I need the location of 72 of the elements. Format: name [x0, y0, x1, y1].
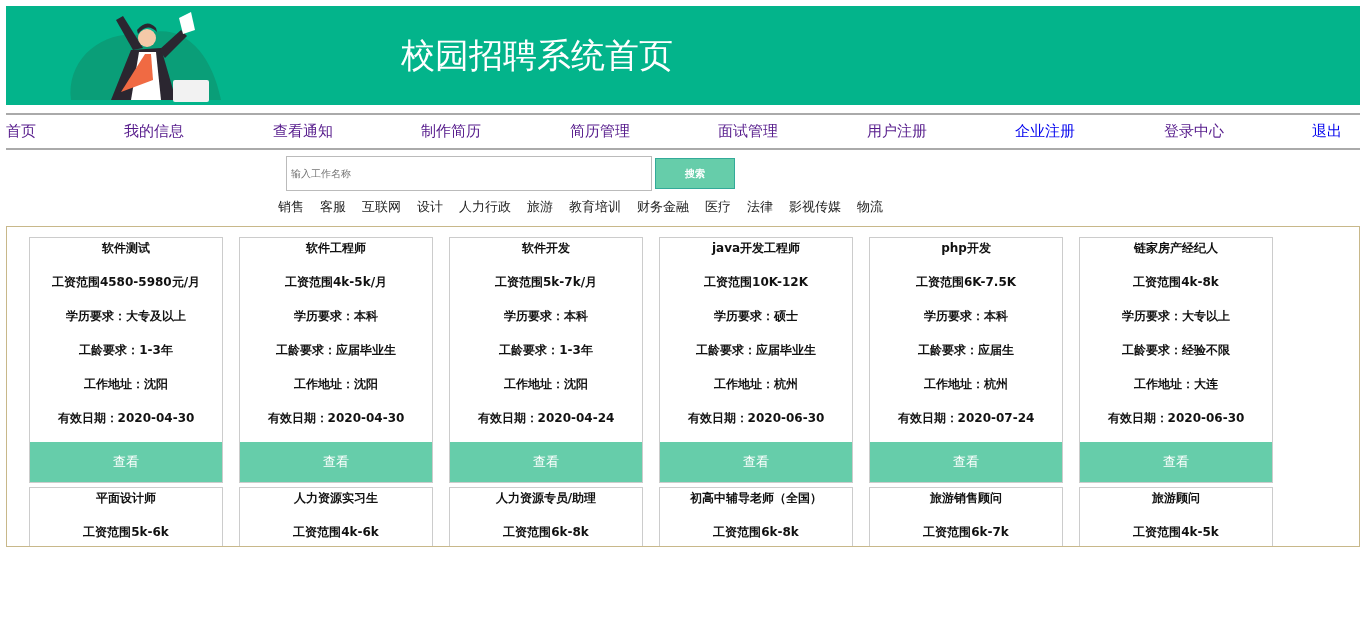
job-detail: 工资范围5k-6k — [83, 524, 169, 541]
category-link[interactable]: 物流 — [857, 199, 883, 216]
job-detail: 工作地址：沈阳 — [84, 376, 168, 393]
job-detail: 学历要求：本科 — [504, 308, 588, 325]
job-detail: 工资范围10K-12K — [704, 274, 808, 291]
job-detail: 有效日期：2020-04-30 — [57, 410, 195, 427]
category-link[interactable]: 医疗 — [705, 199, 731, 216]
job-detail: 工作地址：杭州 — [924, 376, 1008, 393]
nav-link[interactable]: 登录中心 — [1163, 122, 1224, 141]
category-link[interactable]: 客服 — [320, 199, 346, 216]
job-title: 初高中辅导老师（全国） — [690, 490, 822, 507]
job-detail: 有效日期：2020-06-30 — [1107, 410, 1245, 427]
job-detail: 工龄要求：经验不限 — [1122, 342, 1230, 359]
nav-link[interactable]: 用户注册 — [866, 122, 927, 141]
job-detail: 工龄要求：应届生 — [918, 342, 1014, 359]
job-title: 平面设计师 — [96, 490, 156, 507]
job-detail: 工龄要求：1-3年 — [499, 342, 593, 359]
nav-link[interactable]: 退出 — [1311, 122, 1342, 141]
nav-link[interactable]: 首页 — [6, 122, 36, 141]
category-link[interactable]: 影视传媒 — [789, 199, 841, 216]
job-title: 人力资源专员/助理 — [495, 490, 597, 507]
nav-link[interactable]: 制作简历 — [421, 122, 482, 141]
job-detail: 工资范围4k-8k — [1133, 274, 1219, 291]
category-link[interactable]: 法律 — [747, 199, 773, 216]
job-detail: 学历要求：大专及以上 — [66, 308, 186, 325]
job-detail: 工资范围4k-5k — [1133, 524, 1219, 541]
nav-link[interactable]: 面试管理 — [718, 122, 779, 141]
job-detail: 工龄要求：1-3年 — [79, 342, 173, 359]
search-field[interactable]: 输入工作名称 — [286, 156, 652, 191]
job-detail: 工资范围6k-8k — [713, 524, 799, 541]
nav-link[interactable]: 查看通知 — [272, 122, 333, 141]
job-title: 旅游销售顾问 — [930, 490, 1002, 507]
job-title: 链家房产经纪人 — [1134, 240, 1218, 257]
job-title: 软件测试 — [102, 240, 150, 257]
job-detail: 工作地址：杭州 — [714, 376, 798, 393]
category-link[interactable]: 旅游 — [527, 199, 553, 216]
job-detail: 学历要求：本科 — [294, 308, 378, 325]
job-title: 软件开发 — [522, 240, 570, 257]
category-link[interactable]: 人力行政 — [459, 199, 511, 216]
job-detail: 有效日期：2020-04-24 — [477, 410, 615, 427]
job-detail: 工资范围6k-7k — [923, 524, 1009, 541]
job-title: 旅游顾问 — [1152, 490, 1200, 507]
job-detail: 工作地址：沈阳 — [504, 376, 588, 393]
job-detail: 工资范围4580-5980元/月 — [51, 274, 201, 291]
job-detail: 工作地址：大连 — [1134, 376, 1218, 393]
job-detail: 有效日期：2020-06-30 — [687, 410, 825, 427]
job-detail: 工龄要求：应届毕业生 — [276, 342, 396, 359]
job-detail: 工资范围4k-6k — [293, 524, 379, 541]
job-title: 软件工程师 — [306, 240, 366, 257]
job-detail: 工资范围5k-7k/月 — [495, 274, 597, 291]
category-link[interactable]: 设计 — [417, 199, 443, 216]
job-detail: 工龄要求：应届毕业生 — [696, 342, 816, 359]
job-detail: 工资范围6K-7.5K — [915, 274, 1017, 291]
category-link[interactable]: 财务金融 — [637, 199, 689, 216]
job-detail: 学历要求：大专以上 — [1122, 308, 1230, 325]
job-detail: 工资范围6k-8k — [503, 524, 589, 541]
job-detail: 学历要求：本科 — [924, 308, 1008, 325]
job-detail: 有效日期：2020-07-24 — [897, 410, 1035, 427]
job-title: php开发 — [941, 240, 991, 257]
job-title: java开发工程师 — [711, 240, 801, 257]
page-title: 校园招聘系统首页 — [401, 33, 673, 77]
nav-link[interactable]: 企业注册 — [1015, 122, 1076, 141]
category-link[interactable]: 教育培训 — [569, 199, 621, 216]
nav-link[interactable]: 简历管理 — [569, 122, 630, 141]
nav-link[interactable]: 我的信息 — [124, 122, 185, 141]
job-detail: 有效日期：2020-04-30 — [267, 410, 405, 427]
job-detail: 工资范围4k-5k/月 — [285, 274, 387, 291]
job-detail: 工作地址：沈阳 — [294, 376, 378, 393]
category-link[interactable]: 销售 — [278, 199, 304, 216]
category-link[interactable]: 互联网 — [362, 199, 401, 216]
job-detail: 学历要求：硕士 — [714, 308, 798, 325]
job-title: 人力资源实习生 — [294, 490, 378, 507]
